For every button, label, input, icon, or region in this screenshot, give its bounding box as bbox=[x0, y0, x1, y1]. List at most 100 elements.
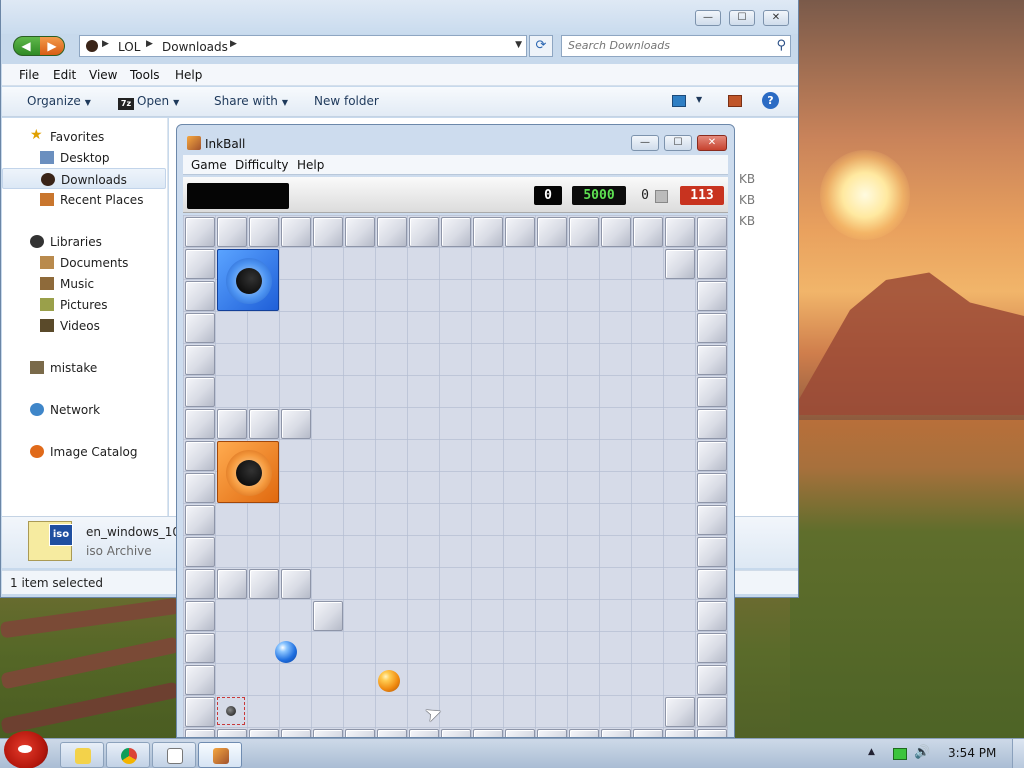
nav-music[interactable]: Music bbox=[2, 273, 166, 294]
music-icon bbox=[40, 277, 54, 290]
wall-block bbox=[185, 441, 215, 471]
wall-block bbox=[185, 313, 215, 343]
breadcrumb-downloads[interactable]: Downloads bbox=[162, 40, 228, 54]
change-view-icon[interactable] bbox=[672, 95, 686, 107]
nav-homegroup[interactable]: mistake bbox=[2, 357, 166, 378]
menu-file[interactable]: File bbox=[19, 68, 39, 82]
breadcrumb-lol[interactable]: LOL bbox=[118, 40, 140, 54]
timer-counter: 113 bbox=[680, 186, 724, 205]
nav-network-label: Network bbox=[50, 403, 101, 417]
solitaire-icon bbox=[167, 748, 183, 764]
start-button[interactable] bbox=[4, 731, 48, 768]
search-box[interactable]: ⚲ bbox=[561, 35, 791, 57]
taskbar-chrome[interactable] bbox=[106, 742, 150, 768]
navigation-pane: ★ Favorites Desktop Downloads Recent Pla… bbox=[2, 118, 168, 516]
menu-view[interactable]: View bbox=[89, 68, 117, 82]
wall-block bbox=[185, 377, 215, 407]
wall-block bbox=[281, 217, 311, 247]
clock[interactable]: 3:54 PM bbox=[948, 746, 996, 760]
menu-tools[interactable]: Tools bbox=[130, 68, 160, 82]
wall-block bbox=[345, 729, 375, 737]
hole-core bbox=[236, 460, 262, 486]
menu-help[interactable]: Help bbox=[297, 158, 324, 172]
maximize-button[interactable]: ☐ bbox=[664, 135, 692, 151]
documents-icon bbox=[40, 256, 54, 269]
search-icon[interactable]: ⚲ bbox=[776, 38, 786, 53]
nav-desktop[interactable]: Desktop bbox=[2, 147, 166, 168]
open-label: Open bbox=[137, 94, 170, 108]
breadcrumb-separator[interactable]: ▶ bbox=[102, 39, 109, 49]
chevron-down-icon[interactable]: ▼ bbox=[696, 95, 702, 104]
new-folder-button[interactable]: New folder bbox=[314, 94, 379, 108]
taskbar-file-explorer[interactable] bbox=[60, 742, 104, 768]
refresh-button[interactable]: ⟳ bbox=[529, 35, 553, 57]
image-catalog-icon bbox=[30, 445, 44, 458]
wall-block bbox=[185, 505, 215, 535]
wall-block bbox=[697, 441, 727, 471]
iso-file-icon: iso bbox=[28, 521, 73, 561]
nav-pictures[interactable]: Pictures bbox=[2, 294, 166, 315]
nav-favorites[interactable]: ★ Favorites bbox=[2, 126, 166, 147]
wall-block bbox=[185, 281, 215, 311]
preview-pane-icon[interactable] bbox=[728, 95, 742, 107]
nav-network[interactable]: Network bbox=[2, 399, 166, 420]
game-board[interactable]: ➤ bbox=[183, 215, 728, 737]
chevron-down-icon: ▼ bbox=[281, 98, 289, 107]
breadcrumb-separator[interactable]: ▶ bbox=[146, 39, 153, 49]
address-bar[interactable]: ▶ LOL ▶ Downloads ▶ ▼ bbox=[79, 35, 527, 57]
explorer-titlebar[interactable]: — ☐ ✕ bbox=[1, 0, 798, 34]
taskbar-inkball[interactable] bbox=[198, 742, 242, 768]
maximize-button[interactable]: ☐ bbox=[729, 10, 755, 26]
file-explorer-icon bbox=[75, 748, 91, 764]
nav-music-label: Music bbox=[60, 277, 95, 291]
breadcrumb-separator[interactable]: ▶ bbox=[230, 39, 237, 49]
nav-videos[interactable]: Videos bbox=[2, 315, 166, 336]
7zip-icon: 7z bbox=[118, 98, 134, 110]
back-button[interactable]: ◀ bbox=[14, 37, 38, 55]
menu-edit[interactable]: Edit bbox=[53, 68, 76, 82]
nav-libraries[interactable]: Libraries bbox=[2, 231, 166, 252]
volume-icon[interactable]: 🔊 bbox=[914, 745, 930, 760]
wall-block bbox=[217, 729, 247, 737]
nav-homegroup-label: mistake bbox=[50, 361, 98, 375]
share-with-button[interactable]: Share with ▼ bbox=[214, 94, 288, 108]
wall-block bbox=[665, 217, 695, 247]
wall-block bbox=[601, 217, 631, 247]
close-button[interactable]: ✕ bbox=[763, 10, 789, 26]
nav-documents[interactable]: Documents bbox=[2, 252, 166, 273]
show-desktop-button[interactable] bbox=[1012, 739, 1024, 768]
mountain-image bbox=[790, 272, 1024, 415]
wall-block bbox=[697, 537, 727, 567]
menu-game[interactable]: Game bbox=[191, 158, 227, 172]
wall-block bbox=[281, 569, 311, 599]
orange-ball bbox=[378, 670, 400, 692]
minimize-button[interactable]: — bbox=[631, 135, 659, 151]
search-input[interactable] bbox=[568, 39, 768, 52]
wall-block bbox=[697, 697, 727, 727]
wall-block bbox=[697, 569, 727, 599]
score-bar: 0 5000 0 113 bbox=[183, 177, 728, 213]
taskbar-solitaire[interactable] bbox=[152, 742, 196, 768]
wall-block bbox=[505, 217, 535, 247]
minimize-button[interactable]: — bbox=[695, 10, 721, 26]
open-button[interactable]: 7z Open ▼ bbox=[118, 94, 179, 110]
file-size-unit: KB bbox=[739, 193, 756, 207]
nav-downloads[interactable]: Downloads bbox=[2, 168, 166, 189]
wall-block bbox=[441, 729, 471, 737]
wall-block bbox=[185, 537, 215, 567]
share-with-label: Share with bbox=[214, 94, 278, 108]
field-image bbox=[790, 420, 1024, 740]
nav-recent-places[interactable]: Recent Places bbox=[2, 189, 166, 210]
wall-block bbox=[665, 729, 695, 737]
help-icon[interactable]: ? bbox=[762, 92, 779, 109]
network-status-icon[interactable] bbox=[893, 748, 907, 760]
nav-image-catalog[interactable]: Image Catalog bbox=[2, 441, 166, 462]
forward-button[interactable]: ▶ bbox=[40, 37, 64, 55]
show-hidden-icons-icon[interactable]: ▲ bbox=[868, 747, 875, 757]
star-icon: ★ bbox=[30, 127, 43, 143]
close-button[interactable]: ✕ bbox=[697, 135, 727, 151]
organize-button[interactable]: Organize ▼ bbox=[27, 94, 91, 108]
menu-difficulty[interactable]: Difficulty bbox=[235, 158, 289, 172]
menu-help[interactable]: Help bbox=[175, 68, 202, 82]
address-dropdown-icon[interactable]: ▼ bbox=[515, 40, 522, 50]
